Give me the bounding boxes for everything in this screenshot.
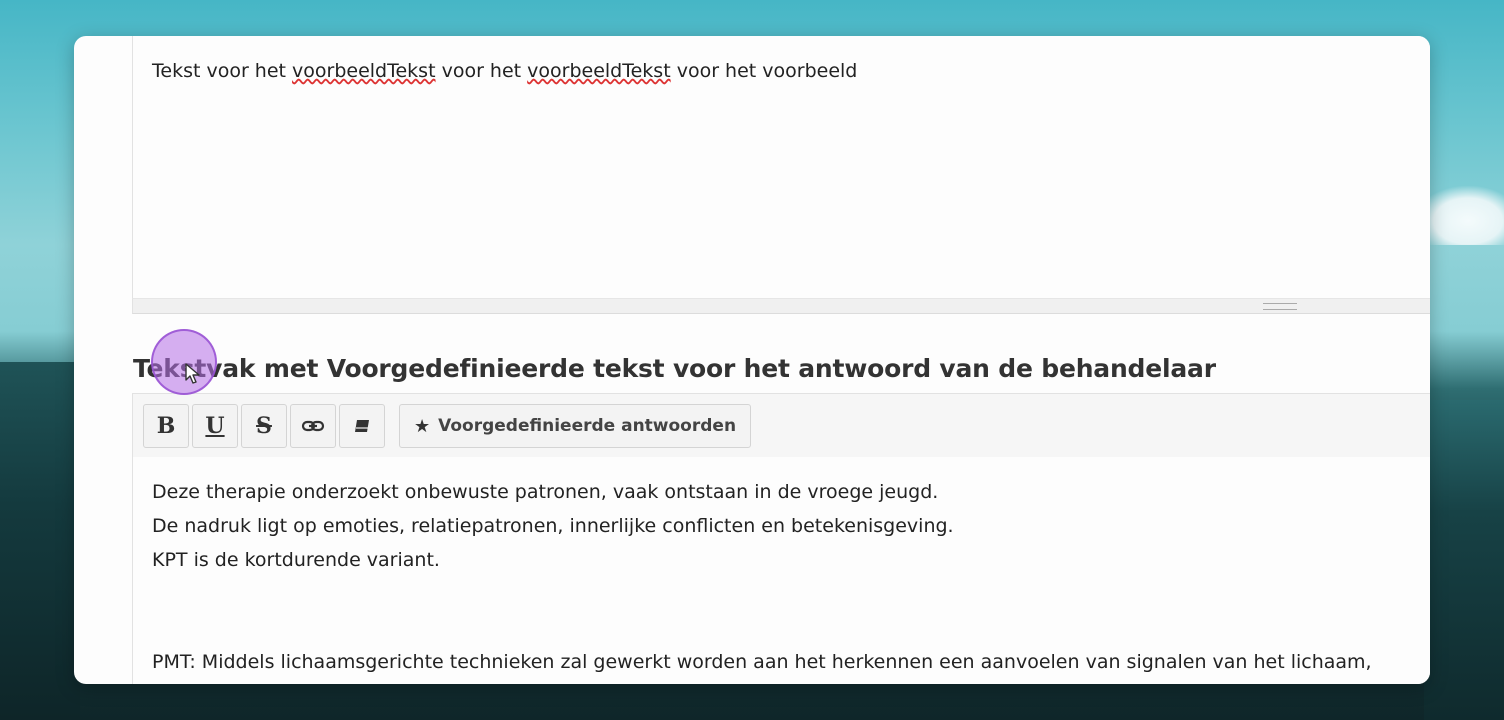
resize-grip-icon[interactable] bbox=[1263, 303, 1297, 310]
predefined-answers-label: Voorgedefinieerde antwoorden bbox=[438, 416, 737, 436]
star-icon: ★ bbox=[414, 415, 431, 437]
clear-formatting-button[interactable] bbox=[339, 404, 385, 448]
link-button[interactable] bbox=[290, 404, 336, 448]
answer-line: KPT is de kortdurende variant. bbox=[152, 549, 440, 571]
bold-icon: B bbox=[156, 413, 176, 439]
background-hill-right bbox=[1424, 400, 1504, 720]
sample-text-content: Tekst voor het voorbeeldTekst voor het v… bbox=[152, 60, 857, 82]
answer-line: De nadruk ligt op emoties, relatiepatron… bbox=[152, 515, 954, 537]
link-icon bbox=[301, 414, 325, 438]
bold-button[interactable]: B bbox=[143, 404, 189, 448]
underline-button[interactable]: U bbox=[192, 404, 238, 448]
background-hill-left bbox=[0, 362, 80, 720]
predefined-answers-button[interactable]: ★ Voorgedefinieerde antwoorden bbox=[399, 404, 752, 448]
editor-toolbar: B U S ★ Voorgedefinieerde antwoorden bbox=[132, 393, 1430, 459]
strikethrough-button[interactable]: S bbox=[241, 404, 287, 448]
section-title: Tekstvak met Voorgedefinieerde tekst voo… bbox=[133, 354, 1216, 383]
misspelled-word: voorbeeldTekst bbox=[292, 60, 436, 82]
strikethrough-icon: S bbox=[256, 413, 272, 439]
answer-text-editor[interactable]: Deze therapie onderzoekt onbewuste patro… bbox=[132, 457, 1430, 684]
mouse-pointer-icon bbox=[185, 363, 200, 384]
answer-line: Deze therapie onderzoekt onbewuste patro… bbox=[152, 481, 939, 503]
sample-text-editor[interactable]: Tekst voor het voorbeeldTekst voor het v… bbox=[132, 36, 1430, 311]
editor-resize-bar[interactable] bbox=[132, 298, 1430, 314]
misspelled-word: voorbeeldTekst bbox=[527, 60, 671, 82]
text-segment: Tekst voor het bbox=[152, 60, 293, 82]
answer-line: PMT: Middels lichaamsgerichte technieken… bbox=[152, 651, 1372, 673]
form-card: Tekst voor het voorbeeldTekst voor het v… bbox=[74, 36, 1430, 684]
text-segment: voor het bbox=[435, 60, 528, 82]
text-segment: voor het voorbeeld bbox=[670, 60, 858, 82]
underline-icon: U bbox=[205, 413, 225, 439]
eraser-icon bbox=[352, 416, 372, 436]
